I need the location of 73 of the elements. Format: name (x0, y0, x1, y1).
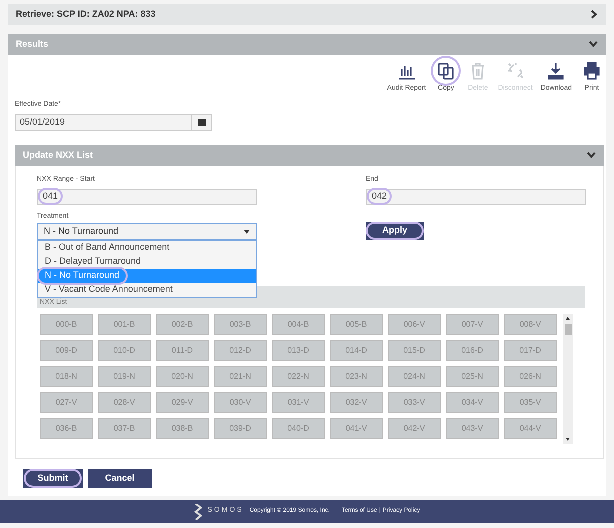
nxx-cell[interactable]: 038-B (156, 418, 209, 439)
date-field[interactable]: 05/01/2019 (15, 114, 192, 130)
nxx-cell[interactable]: 016-D (446, 340, 499, 361)
nxx-cell[interactable]: 042-V (388, 418, 441, 439)
nxx-cell[interactable]: 036-B (40, 418, 93, 439)
nxx-cell[interactable]: 006-V (388, 314, 441, 335)
results-title: Results (16, 38, 49, 51)
download-icon (546, 61, 566, 81)
treatment-select[interactable]: N - No Turnaround (37, 223, 257, 240)
chevron-down-icon (589, 41, 598, 48)
nxx-cell[interactable]: 010-D (98, 340, 151, 361)
nxx-cell[interactable]: 023-N (330, 366, 383, 387)
nxx-cell[interactable]: 043-V (446, 418, 499, 439)
nxx-cell[interactable]: 034-V (446, 392, 499, 413)
chevron-right-icon (591, 10, 598, 19)
chevron-down-icon (587, 152, 596, 159)
nxx-cell[interactable]: 029-V (156, 392, 209, 413)
dropdown-option[interactable]: B - Out of Band Announcement (38, 241, 256, 255)
nxx-cell[interactable]: 031-V (272, 392, 325, 413)
nxx-cell[interactable]: 011-D (156, 340, 209, 361)
text-field[interactable]: 041 (37, 188, 257, 204)
nxx-cell[interactable]: 020-N (156, 366, 209, 387)
nxx-cell[interactable]: 037-B (98, 418, 151, 439)
nxx-cell[interactable]: 001-B (98, 314, 151, 335)
nxx-cell[interactable]: 041-V (330, 418, 383, 439)
nxx-cell[interactable]: 019-N (98, 366, 151, 387)
nxx-cell[interactable]: 024-N (388, 366, 441, 387)
nxx-cell[interactable]: 028-V (98, 392, 151, 413)
nxx-cell[interactable]: 018-N (40, 366, 93, 387)
nxx-cell[interactable]: 008-V (504, 314, 557, 335)
nxx-cell[interactable]: 007-V (446, 314, 499, 335)
nxx-cell[interactable]: 012-D (214, 340, 267, 361)
nxx-cell[interactable]: 039-D (214, 418, 267, 439)
nxx-cell[interactable]: 030-V (214, 392, 267, 413)
nxx-cell[interactable]: 027-V (40, 392, 93, 413)
dropdown-option[interactable]: N - No Turnaround (38, 269, 256, 283)
text-field[interactable]: 042 (366, 188, 586, 204)
scrollbar[interactable] (563, 314, 573, 444)
retrieve-bar[interactable]: Retrieve: SCP ID: ZA02 NPA: 833 (8, 4, 606, 25)
nxx-cell[interactable]: 002-B (156, 314, 209, 335)
nxx-cell[interactable]: 014-D (330, 340, 383, 361)
broken-link-icon (506, 61, 526, 81)
results-header[interactable]: Results (8, 34, 606, 55)
nxx-cell[interactable]: 035-V (504, 392, 557, 413)
update-title: Update NXX List (23, 148, 94, 162)
nxx-cell[interactable]: 017-D (504, 340, 557, 361)
nxx-cell[interactable]: 009-D (40, 340, 93, 361)
copy-icon (436, 61, 456, 81)
field-value: 041 (40, 190, 62, 204)
nxx-cell[interactable]: 003-B (214, 314, 267, 335)
logo-icon (194, 504, 202, 520)
nxx-cell[interactable]: 005-B (330, 314, 383, 335)
apply-button[interactable]: Apply (368, 224, 422, 238)
update-header[interactable]: Update NXX List (15, 145, 604, 166)
field-value: 042 (369, 190, 390, 204)
nxx-cell[interactable]: 025-N (446, 366, 499, 387)
nxx-cell[interactable]: 022-N (272, 366, 325, 387)
retrieve-title: Retrieve: SCP ID: ZA02 NPA: 833 (16, 8, 156, 21)
printer-icon (582, 61, 602, 81)
nxx-cell[interactable]: 015-D (388, 340, 441, 361)
dropdown-option[interactable]: V - Vacant Code Announcement (38, 283, 256, 297)
nxx-cell[interactable]: 032-V (330, 392, 383, 413)
calendar-button[interactable] (192, 114, 212, 130)
nxx-cell[interactable]: 044-V (504, 418, 557, 439)
nxx-cell[interactable]: 040-D (272, 418, 325, 439)
nxx-cell[interactable]: 004-B (272, 314, 325, 335)
nxx-cell[interactable]: 021-N (214, 366, 267, 387)
nxx-cell[interactable]: 000-B (40, 314, 93, 335)
nxx-cell[interactable]: 013-D (272, 340, 325, 361)
dropdown-option[interactable]: D - Delayed Turnaround (38, 255, 256, 269)
calendar-icon (198, 118, 206, 126)
nxx-cell[interactable]: 033-V (388, 392, 441, 413)
nxx-cell[interactable]: 026-N (504, 366, 557, 387)
